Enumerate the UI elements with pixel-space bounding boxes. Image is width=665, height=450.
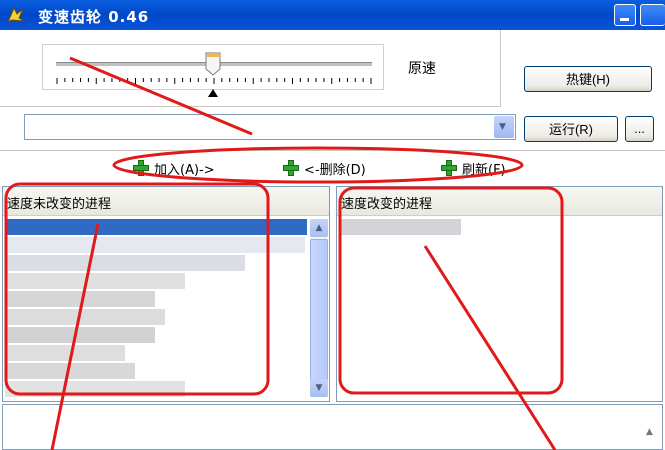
remove-button-label: <-删除(D) <box>304 162 366 178</box>
list-item[interactable] <box>5 327 155 343</box>
hotkey-button[interactable]: 热键(H) <box>524 66 652 92</box>
unchanged-list-scrollbar[interactable]: ▲ ▼ <box>310 219 328 397</box>
list-item[interactable] <box>5 381 185 397</box>
scroll-thumb[interactable] <box>310 239 328 381</box>
changed-process-list[interactable]: 速度改变的进程 <box>336 186 663 402</box>
plus-icon <box>132 159 150 177</box>
remove-button[interactable]: <-删除(D) <box>282 157 366 179</box>
plus-icon <box>282 159 300 177</box>
speed-value-label: 原速 <box>408 61 436 77</box>
process-dropdown[interactable]: ▼ <box>24 114 516 140</box>
unchanged-list-header: 速度未改变的进程 <box>3 187 329 216</box>
minimize-button[interactable] <box>614 4 636 26</box>
dropdown-arrow-button[interactable]: ▼ <box>494 116 514 138</box>
refresh-button-label: 刷新(F) <box>462 162 506 178</box>
normal-speed-marker-icon <box>208 89 218 97</box>
changed-list-header: 速度改变的进程 <box>337 187 662 216</box>
unchanged-process-list[interactable]: 速度未改变的进程 ▲ ▼ <box>2 186 330 402</box>
close-button[interactable] <box>640 4 665 26</box>
list-item[interactable] <box>339 219 461 235</box>
speed-slider-ticks <box>56 78 372 84</box>
list-item[interactable] <box>5 237 305 253</box>
add-button[interactable]: 加入(A)-> <box>132 157 215 179</box>
scroll-up-icon[interactable]: ▲ <box>310 219 328 237</box>
plus-icon <box>440 159 458 177</box>
scroll-down-icon[interactable]: ▼ <box>310 379 328 397</box>
speed-slider-thumb[interactable] <box>205 52 221 76</box>
list-item[interactable] <box>5 309 165 325</box>
list-item-selected[interactable] <box>5 219 307 235</box>
unchanged-list-title: 速度未改变的进程 <box>7 197 112 212</box>
add-button-label: 加入(A)-> <box>154 162 215 178</box>
list-item[interactable] <box>5 345 125 361</box>
list-item[interactable] <box>5 255 245 271</box>
chevron-down-icon: ▼ <box>499 122 506 132</box>
run-button[interactable]: 运行(R) <box>524 116 618 142</box>
refresh-button[interactable]: 刷新(F) <box>440 157 506 179</box>
minimize-icon <box>620 18 629 21</box>
browse-button[interactable]: ... <box>625 116 654 142</box>
log-area[interactable]: ▲ <box>2 404 663 450</box>
window-title: 变速齿轮 0.46 <box>38 8 150 26</box>
list-item[interactable] <box>5 291 155 307</box>
list-item[interactable] <box>5 273 185 289</box>
gear-app-icon <box>7 6 25 24</box>
scroll-up-icon[interactable]: ▲ <box>646 427 660 441</box>
changed-list-title: 速度改变的进程 <box>341 197 433 212</box>
title-bar[interactable]: 变速齿轮 0.46 <box>0 0 665 30</box>
list-item[interactable] <box>5 363 135 379</box>
